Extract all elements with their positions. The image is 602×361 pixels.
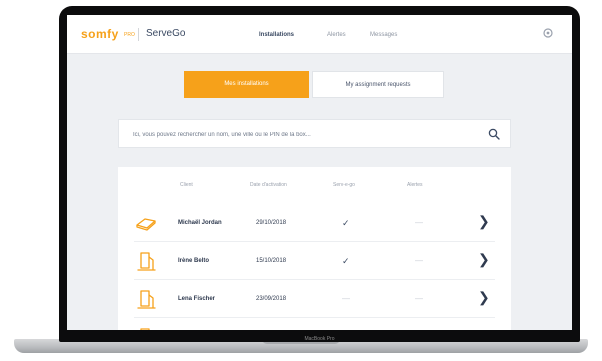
- activation-date: 15/10/2018: [256, 258, 287, 264]
- connexoon-icon: [137, 290, 156, 309]
- alerts-status: —: [415, 218, 423, 227]
- chevron-right-icon[interactable]: ❯: [478, 213, 490, 230]
- tahoma-box-icon: [136, 218, 156, 231]
- tab-mes-installations[interactable]: Mes installations: [184, 71, 309, 98]
- chevron-right-icon[interactable]: ❯: [478, 289, 490, 306]
- column-header-client: Client: [180, 182, 193, 188]
- search-icon[interactable]: [488, 128, 500, 140]
- row-divider: [134, 241, 495, 242]
- servego-status: ✓: [342, 218, 350, 228]
- activation-date: 29/10/2018: [256, 220, 287, 226]
- activation-date: 23/09/2018: [256, 296, 287, 302]
- connexoon-icon: [140, 328, 150, 330]
- table-row[interactable]: Lena Fischer 23/09/2018 — — ❯: [118, 281, 511, 318]
- column-header-activation-date: Date d'activation: [250, 182, 287, 188]
- connexoon-icon: [137, 252, 156, 271]
- alerts-status: —: [415, 294, 423, 303]
- column-header-alertes: Alertes: [407, 182, 423, 188]
- somfy-pro-label: PRO: [124, 32, 135, 38]
- servego-status: —: [342, 294, 350, 303]
- alerts-status: —: [415, 256, 423, 265]
- app-screen: somfy PRO ServeGo Installations Alertes …: [67, 15, 572, 330]
- column-header-servego: Serv-e-go: [333, 182, 355, 188]
- brand-divider: [138, 28, 139, 41]
- somfy-logo: somfy: [81, 27, 119, 41]
- search-input[interactable]: [131, 120, 485, 149]
- nav-item-alertes[interactable]: Alertes: [327, 32, 346, 38]
- nav-item-messages[interactable]: Messages: [370, 32, 397, 38]
- table-row[interactable]: Irène Belto 15/10/2018 ✓ — ❯: [118, 243, 511, 280]
- search-bar: [118, 119, 511, 149]
- client-name: Irène Belto: [178, 258, 210, 264]
- installation-tabs: Mes installations My assignment requests: [184, 71, 444, 98]
- client-name: Lena Fischer: [178, 296, 216, 302]
- table-row[interactable]: Michaël Jordan 29/10/2018 ✓ — ❯: [118, 205, 511, 242]
- row-divider: [134, 279, 495, 280]
- table-row-partial[interactable]: [118, 319, 511, 330]
- servego-logo: ServeGo: [146, 28, 186, 39]
- tab-my-assignment-requests[interactable]: My assignment requests: [312, 71, 444, 98]
- installations-table: Client Date d'activation Serv-e-go Alert…: [118, 167, 511, 330]
- laptop-label: MacBook Pro: [304, 336, 335, 342]
- row-divider: [134, 317, 495, 318]
- client-name: Michaël Jordan: [178, 220, 222, 226]
- gear-icon[interactable]: [542, 27, 554, 39]
- chevron-right-icon[interactable]: ❯: [478, 251, 490, 268]
- top-navigation-bar: somfy PRO ServeGo Installations Alertes …: [67, 15, 572, 54]
- nav-item-installations[interactable]: Installations: [259, 32, 294, 38]
- servego-status: ✓: [342, 256, 350, 266]
